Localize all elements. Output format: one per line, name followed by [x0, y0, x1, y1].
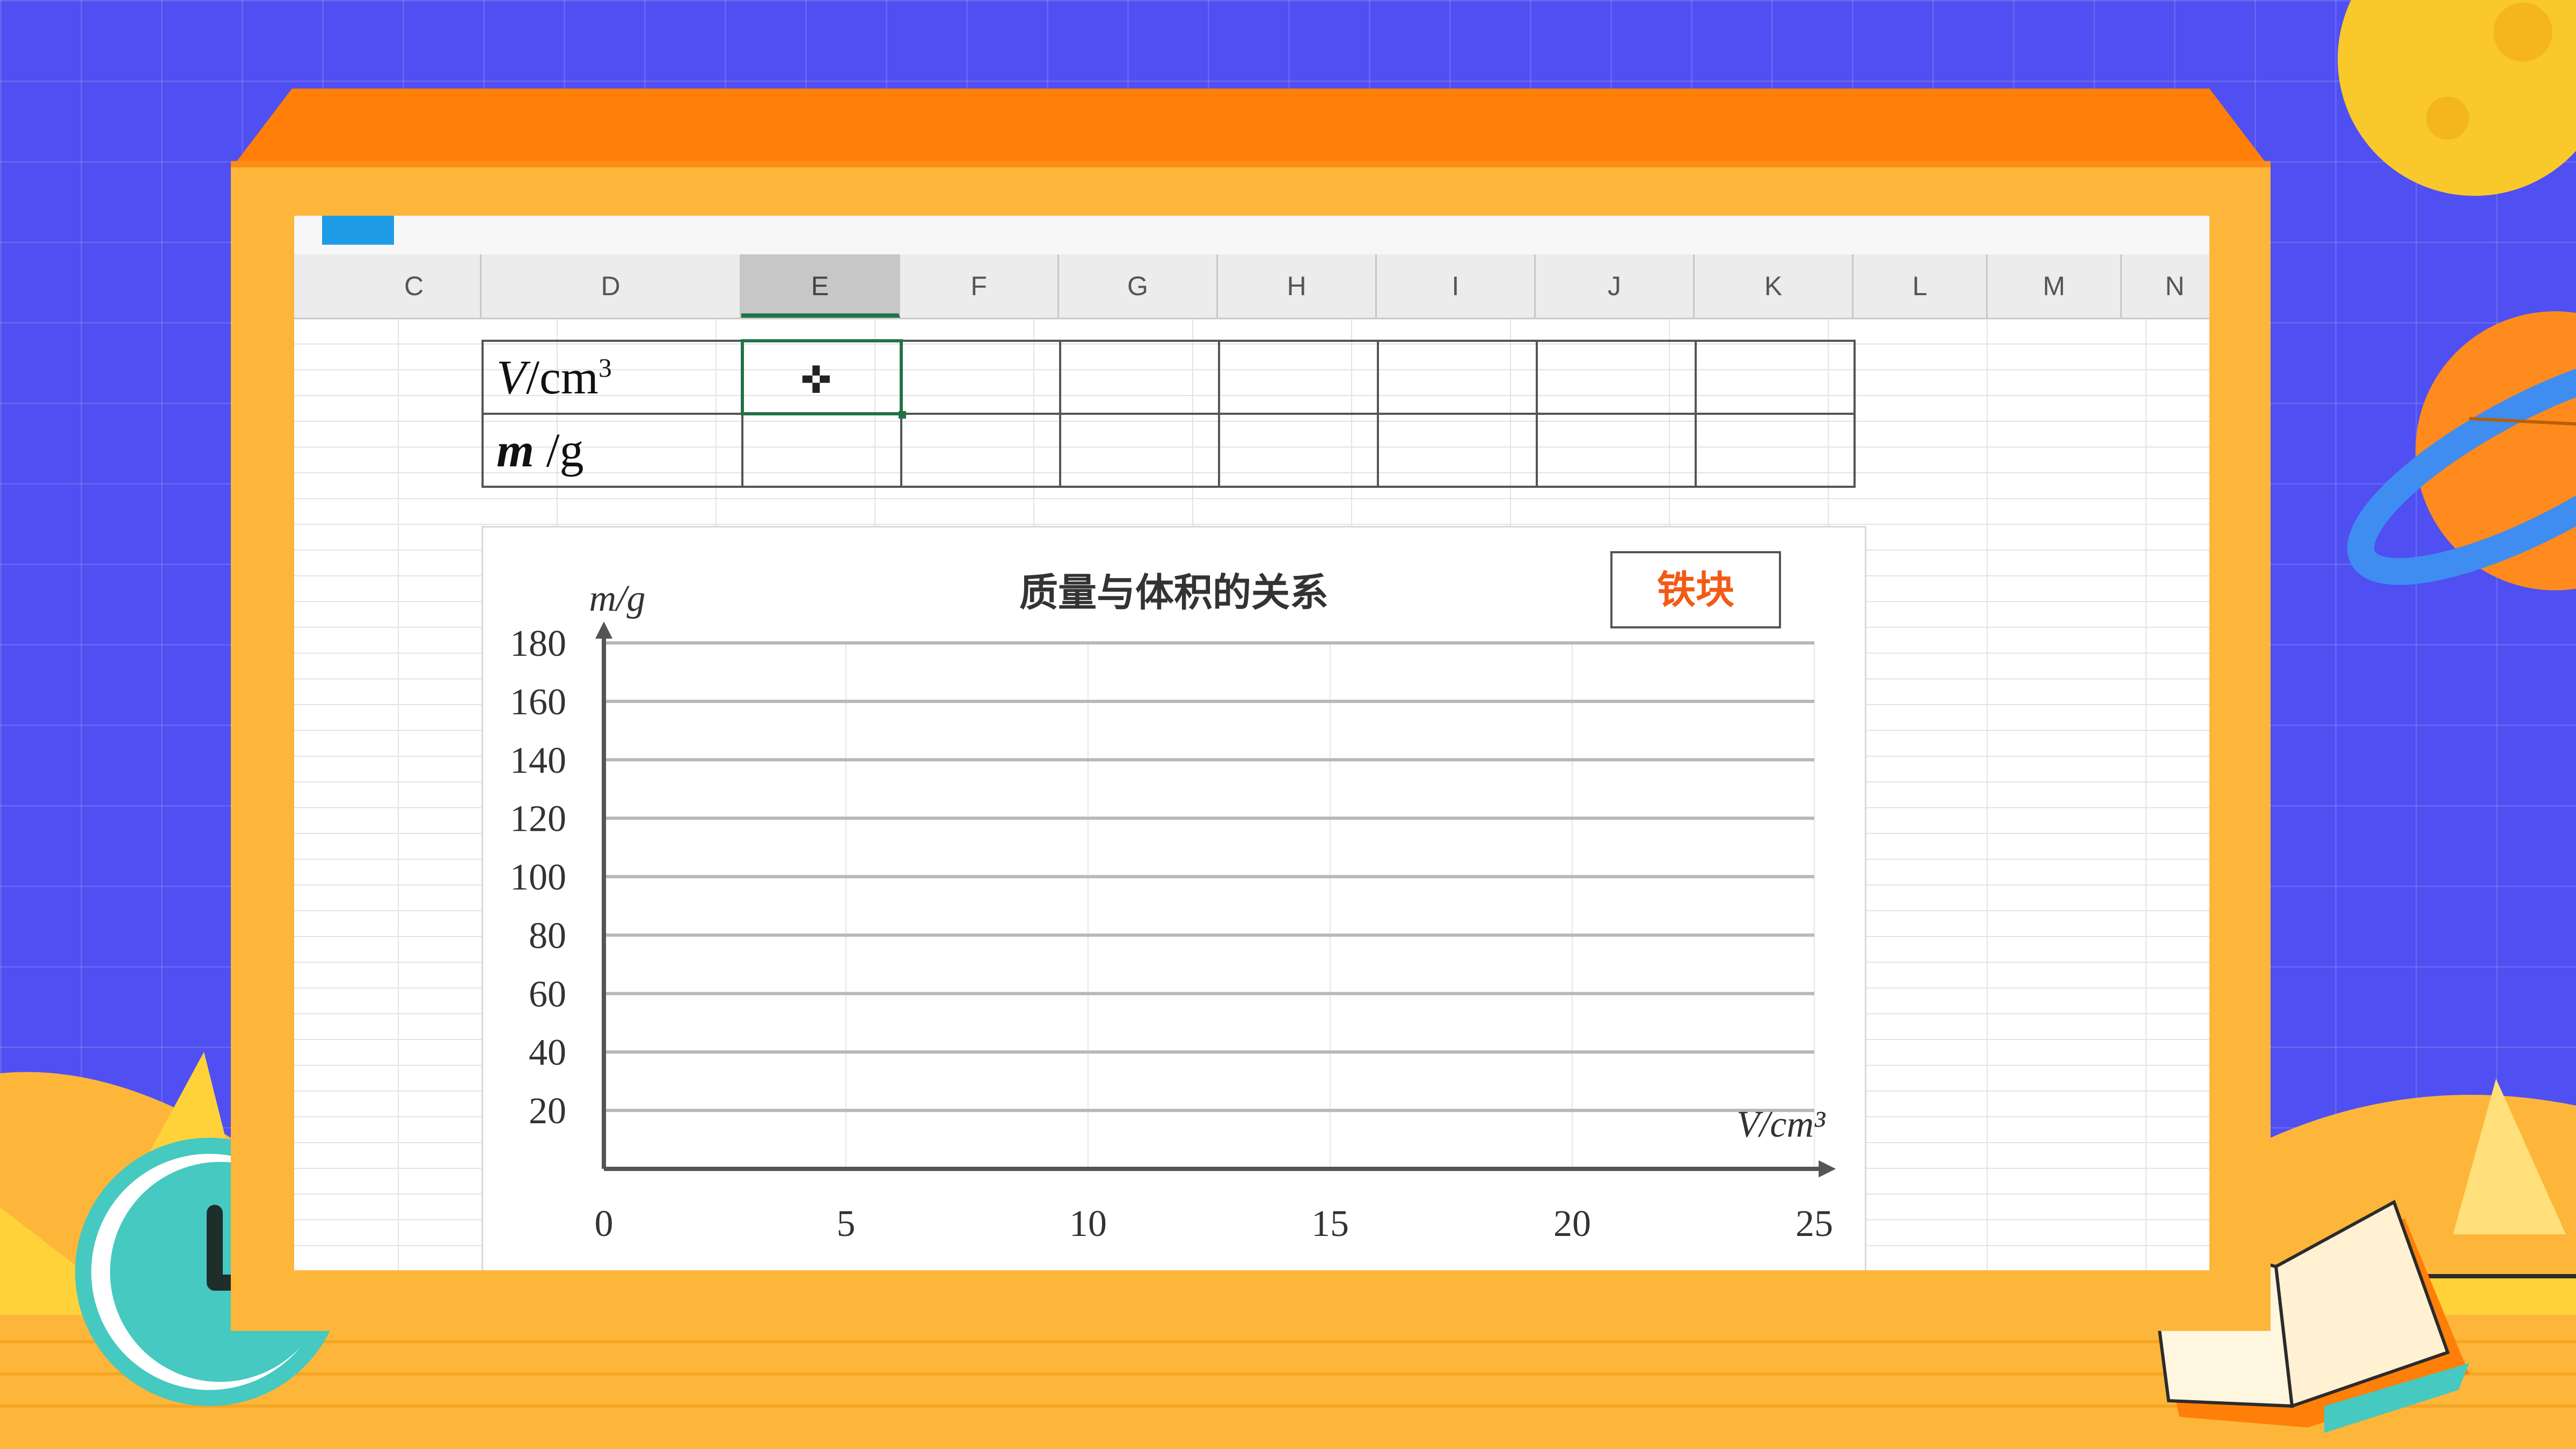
cell-f-mass[interactable]: [900, 413, 1061, 488]
volume-symbol: V: [497, 350, 526, 404]
column-header-k[interactable]: K: [1695, 254, 1853, 318]
volume-label-cell[interactable]: V/cm3: [481, 340, 743, 415]
x-tick-label: 25: [1796, 1203, 1833, 1245]
column-header-f[interactable]: F: [900, 254, 1059, 318]
cell-i-mass[interactable]: [1377, 413, 1538, 488]
cell-k-volume[interactable]: [1695, 340, 1856, 415]
column-header-g[interactable]: G: [1059, 254, 1218, 318]
x-tick-label: 10: [1069, 1203, 1107, 1245]
y-tick-label: 140: [510, 740, 566, 781]
cell-f-volume[interactable]: [900, 340, 1061, 415]
column-header-j[interactable]: J: [1536, 254, 1695, 318]
x-tick-label: 15: [1311, 1203, 1349, 1245]
spreadsheet-screen: C D E F G H I J K L M N V/cm3 ✜ m /g 20 …: [294, 216, 2209, 1270]
x-axis-label: V/cm³: [1736, 1104, 1826, 1145]
mass-symbol: m: [497, 423, 535, 477]
y-axis-arrow: [595, 621, 612, 639]
y-tick-label: 180: [510, 623, 566, 664]
column-header-h[interactable]: H: [1218, 254, 1377, 318]
cell-select-cross-icon: ✜: [800, 359, 832, 401]
x-tick-label: 20: [1553, 1203, 1591, 1245]
x-tick-label: 0: [595, 1203, 614, 1245]
y-tick-label: 40: [529, 1032, 566, 1073]
column-header-c[interactable]: C: [348, 254, 481, 318]
column-header-i[interactable]: I: [1377, 254, 1536, 318]
column-header-e[interactable]: E: [741, 254, 900, 318]
x-tick-label: 5: [837, 1203, 856, 1245]
y-tick-label: 160: [510, 682, 566, 723]
table-row-volume: V/cm3 ✜: [481, 339, 1856, 419]
chart-legend[interactable]: 铁块: [1610, 551, 1781, 628]
cell-e-mass[interactable]: [741, 413, 902, 488]
monitor-frame-top: [231, 89, 2271, 169]
volume-unit-exponent: 3: [598, 353, 612, 383]
y-tick-label: 20: [529, 1091, 566, 1132]
column-header-d[interactable]: D: [481, 254, 741, 318]
x-axis-arrow: [1819, 1160, 1836, 1177]
y-tick-label: 100: [510, 857, 566, 898]
y-tick-label: 60: [529, 974, 566, 1015]
cell-h-mass[interactable]: [1218, 413, 1379, 488]
cell-h-volume[interactable]: [1218, 340, 1379, 415]
cell-g-volume[interactable]: [1059, 340, 1220, 415]
planet-icon: [2347, 311, 2576, 590]
mass-unit: /g: [534, 423, 584, 477]
cell-i-volume[interactable]: [1377, 340, 1538, 415]
cell-e-volume[interactable]: ✜: [741, 339, 906, 419]
y-tick-label: 80: [529, 915, 566, 956]
column-header-n[interactable]: N: [2122, 254, 2209, 318]
ribbon-strip: [294, 216, 2209, 255]
column-header-l[interactable]: L: [1853, 254, 1988, 318]
cell-j-volume[interactable]: [1536, 340, 1697, 415]
legend-entry-iron: 铁块: [1656, 567, 1734, 612]
mass-label-cell[interactable]: m /g: [481, 413, 743, 488]
y-tick-label: 120: [510, 799, 566, 840]
volume-unit: /cm: [526, 350, 599, 404]
cell-g-mass[interactable]: [1059, 413, 1220, 488]
data-table: V/cm3 ✜ m /g: [481, 339, 1856, 488]
chart-area[interactable]: 20 40 60 80 100 120 140 160 180 0 5 10 15 20 25 m/g V/cm…: [481, 526, 1866, 1270]
cell-j-mass[interactable]: [1536, 413, 1697, 488]
file-tab[interactable]: [322, 216, 394, 245]
cell-k-mass[interactable]: [1695, 413, 1856, 488]
column-header-m[interactable]: M: [1988, 254, 2122, 318]
table-row-mass: m /g: [481, 413, 1856, 488]
chart-plot: 204060801001201401601800 5 10 15 20 25m/gV/cm…: [510, 578, 1836, 1245]
fill-handle[interactable]: [899, 411, 906, 419]
